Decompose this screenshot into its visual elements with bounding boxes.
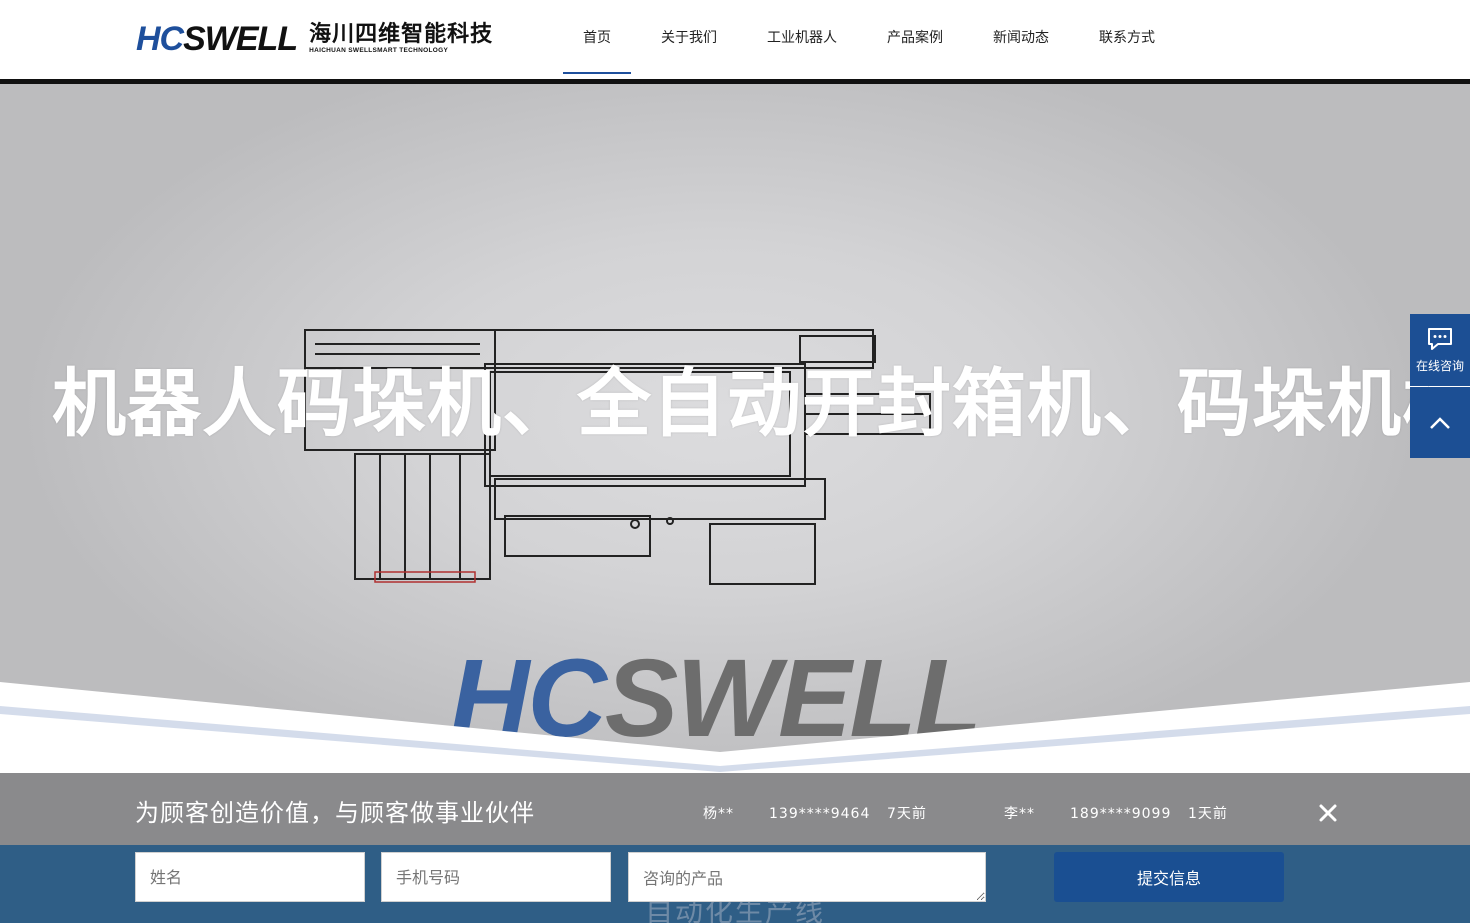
logo-company-name: 海川四维智能科技 <box>309 22 494 47</box>
logo[interactable]: HCSWELL 海川四维智能科技 HAICHUAN SWELLSMART TEC… <box>136 22 493 56</box>
nav-item-cases[interactable]: 产品案例 <box>867 0 963 74</box>
back-to-top-button[interactable] <box>1410 387 1470 458</box>
record-name: 李** <box>1004 806 1035 822</box>
logo-mark: HCSWELL <box>136 20 298 58</box>
nav-item-news[interactable]: 新闻动态 <box>973 0 1069 74</box>
hero-title: 机器人码垛机、全自动开封箱机、码垛机械手 <box>52 361 1470 447</box>
record-time: 7天前 <box>887 806 927 822</box>
nav-item-about[interactable]: 关于我们 <box>641 0 737 74</box>
consult-bar-close-button[interactable] <box>1314 799 1342 827</box>
product-textarea[interactable] <box>628 852 986 902</box>
logo-text: 海川四维智能科技 HAICHUAN SWELLSMART TECHNOLOGY <box>309 23 493 55</box>
online-consult-button[interactable]: 在线咨询 <box>1410 314 1470 386</box>
nav-item-contact[interactable]: 联系方式 <box>1079 0 1175 74</box>
logo-company-english: HAICHUAN SWELLSMART TECHNOLOGY <box>309 47 449 54</box>
record-time: 1天前 <box>1188 806 1228 822</box>
main-nav: 首页 关于我们 工业机器人 产品案例 新闻动态 联系方式 <box>563 0 1175 74</box>
phone-input[interactable] <box>381 852 611 902</box>
name-input[interactable] <box>135 852 365 902</box>
site-header: HCSWELL 海川四维智能科技 HAICHUAN SWELLSMART TEC… <box>0 0 1470 80</box>
record-name: 杨** <box>703 806 734 822</box>
online-consult-label: 在线咨询 <box>1415 358 1464 373</box>
consult-slogan: 为顾客创造价值，与顾客做事业伙伴 <box>135 799 535 827</box>
nav-item-home[interactable]: 首页 <box>563 0 631 74</box>
close-icon <box>1319 804 1337 822</box>
hero-wave-shape <box>0 682 1470 773</box>
chat-bubble-icon <box>1428 327 1452 350</box>
record-phone: 189****9099 <box>1070 806 1172 822</box>
submit-button[interactable]: 提交信息 <box>1054 852 1284 902</box>
nav-item-robots[interactable]: 工业机器人 <box>747 0 857 74</box>
hero-banner: HCSWELL 机器人码垛机、全自动开封箱机、码垛机械手 <box>0 84 1470 773</box>
record-phone: 139****9464 <box>769 806 871 822</box>
chevron-up-icon <box>1430 416 1450 429</box>
